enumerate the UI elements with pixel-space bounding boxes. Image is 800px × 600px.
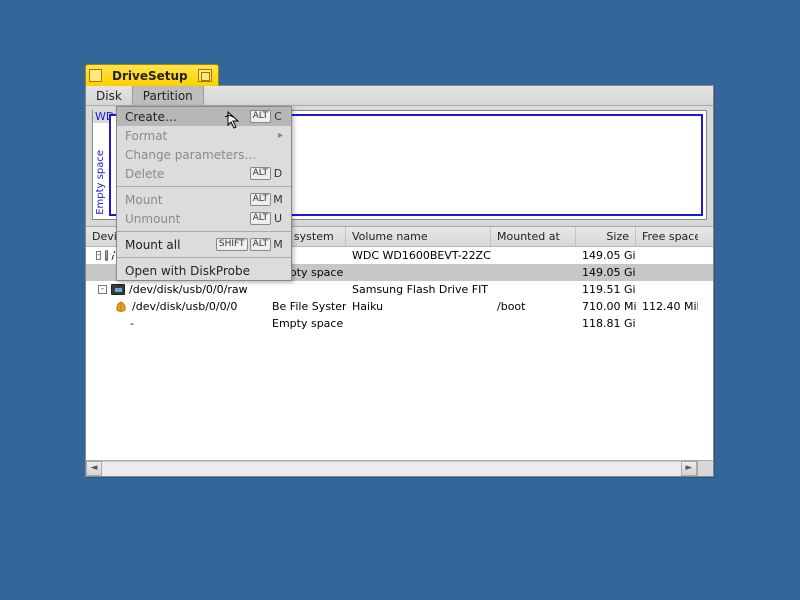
cell-size: 118.81 GiB xyxy=(576,316,636,331)
col-mounted[interactable]: Mounted at xyxy=(491,227,576,246)
menu-item-format: Format ▸ xyxy=(117,126,291,145)
cell-mounted: /boot xyxy=(491,299,576,314)
menubar: Disk Partition xyxy=(86,86,713,106)
table-row[interactable]: /dev/disk/usb/0/0/0 Be File SystemHaiku/b… xyxy=(86,298,713,315)
cell-volume xyxy=(346,272,491,274)
cell-volume xyxy=(346,323,491,325)
menu-item-label: Unmount xyxy=(125,212,180,226)
shortcut: SHIFT ALT M xyxy=(216,238,283,251)
menu-item-label: Delete xyxy=(125,167,164,181)
menu-separator xyxy=(117,231,291,232)
menu-item-change-parameters: Change parameters… xyxy=(117,145,291,164)
menu-item-label: Open with DiskProbe xyxy=(125,264,250,278)
col-size[interactable]: Size xyxy=(576,227,636,246)
cell-volume: WDC WD1600BEVT-22ZCT0 xyxy=(346,248,491,263)
menu-item-label: Format xyxy=(125,129,167,143)
close-icon[interactable] xyxy=(89,69,102,82)
horizontal-scrollbar[interactable]: ◄ ► xyxy=(86,460,713,476)
zoom-icon[interactable] xyxy=(198,69,212,82)
menu-item-unmount: Unmount ALT U xyxy=(117,209,291,228)
shortcut: ALT M xyxy=(250,193,283,206)
scroll-corner xyxy=(697,461,713,476)
cell-volume: Samsung Flash Drive FIT 1100 xyxy=(346,282,491,297)
menu-separator xyxy=(117,257,291,258)
partition-menu-dropdown: Create… ALT C Format ▸ Change parameters… xyxy=(116,106,292,281)
cell-device: - xyxy=(130,317,134,330)
menu-separator xyxy=(117,186,291,187)
expander-icon[interactable]: - xyxy=(98,285,107,294)
shortcut: ALT C xyxy=(250,110,283,123)
expander-icon[interactable]: - xyxy=(96,251,101,260)
table-row[interactable]: - /dev/disk/usb/0/0/raw Samsung Flash Driv… xyxy=(86,281,713,298)
shortcut: ALT U xyxy=(250,212,283,225)
menu-disk[interactable]: Disk xyxy=(86,86,132,105)
cell-filesystem xyxy=(266,289,346,291)
cell-size: 149.05 GiB xyxy=(576,248,636,263)
cell-mounted xyxy=(491,255,576,257)
usb-disk-icon xyxy=(111,284,125,295)
titlebar[interactable]: DriveSetup xyxy=(85,64,219,86)
cell-free xyxy=(636,289,698,291)
menu-item-open-diskprobe[interactable]: Open with DiskProbe xyxy=(117,261,291,280)
col-volume[interactable]: Volume name xyxy=(346,227,491,246)
cell-mounted xyxy=(491,323,576,325)
menu-item-label: Create… xyxy=(125,110,177,124)
cell-free xyxy=(636,255,698,257)
cell-mounted xyxy=(491,289,576,291)
submenu-arrow-icon: ▸ xyxy=(278,130,283,141)
cell-free: 112.40 MiB xyxy=(636,299,698,314)
cell-filesystem: Be File System xyxy=(266,299,346,314)
window-title: DriveSetup xyxy=(108,69,192,83)
col-free[interactable]: Free space xyxy=(636,227,698,246)
menu-item-label: Mount xyxy=(125,193,163,207)
scroll-right-icon[interactable]: ► xyxy=(681,461,697,476)
drivesetup-window: DriveSetup Disk Partition WDC W Empty sp… xyxy=(85,85,714,477)
menu-partition[interactable]: Partition xyxy=(132,86,204,105)
cell-size: 710.00 MiB xyxy=(576,299,636,314)
scroll-left-icon[interactable]: ◄ xyxy=(86,461,102,476)
cell-size: 149.05 GiB xyxy=(576,265,636,280)
haiku-leaf-icon xyxy=(114,301,128,313)
menu-item-label: Change parameters… xyxy=(125,148,256,162)
diskmap-empty-label: Empty space xyxy=(95,150,106,215)
cell-free xyxy=(636,272,698,274)
cell-size: 119.51 GiB xyxy=(576,282,636,297)
cell-mounted xyxy=(491,272,576,274)
cell-device: /dev/disk/usb/0/0/raw xyxy=(129,283,248,296)
shortcut: ALT D xyxy=(250,167,283,180)
cell-device: /dev/disk/usb/0/0/0 xyxy=(132,300,237,313)
cell-volume: Haiku xyxy=(346,299,491,314)
menu-item-create[interactable]: Create… ALT C xyxy=(117,107,291,126)
hard-disk-icon xyxy=(105,250,107,261)
menu-item-mount: Mount ALT M xyxy=(117,190,291,209)
scroll-track[interactable] xyxy=(102,461,681,476)
cell-filesystem: Empty space xyxy=(266,316,346,331)
menu-item-label: Mount all xyxy=(125,238,180,252)
cell-free xyxy=(636,323,698,325)
menu-item-mount-all[interactable]: Mount all SHIFT ALT M xyxy=(117,235,291,254)
table-row[interactable]: - Empty space 118.81 GiB xyxy=(86,315,713,332)
menu-item-delete: Delete ALT D xyxy=(117,164,291,183)
